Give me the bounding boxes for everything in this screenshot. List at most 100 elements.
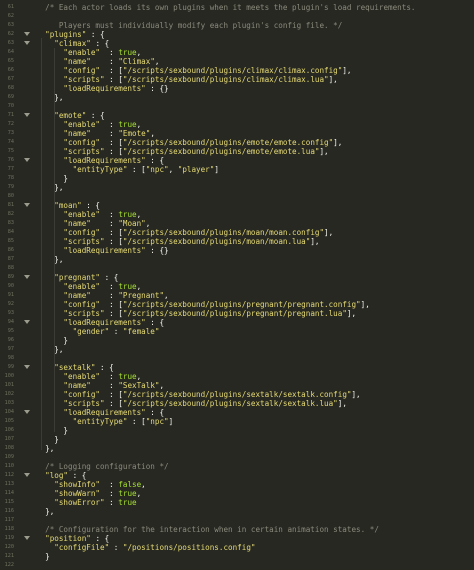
- line-number: 97: [7, 346, 14, 352]
- code-line[interactable]: 96 }: [0, 336, 474, 345]
- code-line[interactable]: 110 /* Logging configuration */: [0, 462, 474, 471]
- code-text: "log" : {: [36, 471, 86, 480]
- code-line[interactable]: 117: [0, 516, 474, 525]
- line-number: 114: [4, 490, 14, 496]
- code-line[interactable]: 109: [0, 453, 474, 462]
- code-line[interactable]: 79 },: [0, 183, 474, 192]
- code-token: ],: [360, 300, 370, 309]
- code-line[interactable]: 84 "config" : ["/scripts/sexbound/plugin…: [0, 228, 474, 237]
- code-line[interactable]: 118 /* Configuration for the interaction…: [0, 525, 474, 534]
- code-line[interactable]: 73 "name" : "Emote",: [0, 129, 474, 138]
- code-token: "scripts": [36, 75, 105, 84]
- code-line[interactable]: 65 "name" : "Climax",: [0, 57, 474, 66]
- code-line[interactable]: 98: [0, 354, 474, 363]
- fold-toggle-icon[interactable]: [24, 473, 30, 477]
- code-line[interactable]: 77 "entityType" : ["npc", "player"]: [0, 165, 474, 174]
- fold-toggle-icon[interactable]: [24, 158, 30, 162]
- code-token: ],: [328, 75, 338, 84]
- code-line[interactable]: 93 "scripts" : ["/scripts/sexbound/plugi…: [0, 309, 474, 318]
- code-line[interactable]: 86 "loadRequirements" : {}: [0, 246, 474, 255]
- code-line[interactable]: 99 "sextalk" : {: [0, 363, 474, 372]
- code-line[interactable]: 78 }: [0, 174, 474, 183]
- code-token: "Moan": [118, 219, 146, 228]
- code-line[interactable]: 103 "scripts" : ["/scripts/sexbound/plug…: [0, 399, 474, 408]
- code-line[interactable]: 112 "log" : {: [0, 471, 474, 480]
- code-line[interactable]: 66 "config" : ["/scripts/sexbound/plugin…: [0, 66, 474, 75]
- code-line[interactable]: 102 "config" : ["/scripts/sexbound/plugi…: [0, 390, 474, 399]
- code-token: true: [118, 282, 137, 291]
- code-token: },: [36, 255, 64, 264]
- code-line[interactable]: 72 "enable" : true,: [0, 120, 474, 129]
- code-line[interactable]: 74 "config" : ["/scripts/sexbound/plugin…: [0, 138, 474, 147]
- code-line[interactable]: 88: [0, 264, 474, 273]
- code-line[interactable]: 62 "plugins" : {: [0, 30, 474, 39]
- code-line[interactable]: 121 }: [0, 552, 474, 561]
- code-token: : {: [95, 363, 114, 372]
- code-line[interactable]: 119 "position" : {: [0, 534, 474, 543]
- code-line[interactable]: 67 "scripts" : ["/scripts/sexbound/plugi…: [0, 75, 474, 84]
- code-line[interactable]: 122: [0, 561, 474, 570]
- code-line[interactable]: 69 },: [0, 93, 474, 102]
- code-line[interactable]: 100 "enable" : true,: [0, 372, 474, 381]
- code-token: "/scripts/sexbound/plugins/emote/emote.c…: [122, 138, 334, 147]
- code-line[interactable]: 106 }: [0, 426, 474, 435]
- line-number: 62: [7, 13, 14, 19]
- code-token: "pregnant": [36, 273, 101, 282]
- code-line[interactable]: 91 "name" : "Pregnant",: [0, 291, 474, 300]
- fold-toggle-icon[interactable]: [24, 275, 30, 279]
- code-line[interactable]: 115 "showError" : true: [0, 498, 474, 507]
- fold-toggle-icon[interactable]: [24, 32, 30, 36]
- code-line[interactable]: 104 "loadRequirements" : {: [0, 408, 474, 417]
- fold-toggle-icon[interactable]: [24, 410, 30, 414]
- code-line[interactable]: 75 "scripts" : ["/scripts/sexbound/plugi…: [0, 147, 474, 156]
- code-line[interactable]: 92 "config" : ["/scripts/sexbound/plugin…: [0, 300, 474, 309]
- code-line[interactable]: 113 "showInfo" : false,: [0, 480, 474, 489]
- code-text: "loadRequirements" : {}: [36, 246, 168, 255]
- code-line[interactable]: 61 /* Each actor loads its own plugins w…: [0, 3, 474, 12]
- code-line[interactable]: 68 "loadRequirements" : {}: [0, 84, 474, 93]
- code-line[interactable]: 97 },: [0, 345, 474, 354]
- code-editor[interactable]: 61 /* Each actor loads its own plugins w…: [0, 0, 474, 568]
- fold-toggle-icon[interactable]: [24, 203, 30, 207]
- code-text: "name" : "Moan",: [36, 219, 150, 228]
- code-line[interactable]: 76 "loadRequirements" : {: [0, 156, 474, 165]
- code-line[interactable]: 108 },: [0, 444, 474, 453]
- fold-toggle-icon[interactable]: [24, 320, 30, 324]
- code-text: "enable" : true,: [36, 48, 141, 57]
- code-line[interactable]: 114 "showWarn" : true,: [0, 489, 474, 498]
- code-line[interactable]: 120 "configFile" : "/positions/positions…: [0, 543, 474, 552]
- code-token: },: [36, 507, 55, 516]
- line-number: 99: [7, 364, 14, 370]
- code-line[interactable]: 87 },: [0, 255, 474, 264]
- code-token: true: [118, 372, 137, 381]
- code-line[interactable]: 82 "enable" : true,: [0, 210, 474, 219]
- fold-toggle-icon[interactable]: [24, 41, 30, 45]
- code-line[interactable]: 101 "name" : "SexTalk",: [0, 381, 474, 390]
- code-line[interactable]: 90 "enable" : true,: [0, 282, 474, 291]
- code-line[interactable]: 116 },: [0, 507, 474, 516]
- code-line[interactable]: 62: [0, 12, 474, 21]
- fold-toggle-icon[interactable]: [24, 113, 30, 117]
- code-token: },: [36, 444, 55, 453]
- code-line[interactable]: 94 "loadRequirements" : {: [0, 318, 474, 327]
- code-line[interactable]: 71 "emote" : {: [0, 111, 474, 120]
- code-line[interactable]: 63 "climax" : {: [0, 39, 474, 48]
- code-line[interactable]: 80: [0, 192, 474, 201]
- code-line[interactable]: 70: [0, 102, 474, 111]
- line-number: 117: [4, 517, 14, 523]
- line-number: 87: [7, 256, 14, 262]
- code-line[interactable]: 81 "moan" : {: [0, 201, 474, 210]
- code-line[interactable]: 63 Players must individually modify each…: [0, 21, 474, 30]
- code-line[interactable]: 95 "gender" : "female": [0, 327, 474, 336]
- fold-toggle-icon[interactable]: [24, 365, 30, 369]
- code-token: : {: [100, 273, 119, 282]
- code-token: "gender": [36, 327, 110, 336]
- fold-toggle-icon[interactable]: [24, 536, 30, 540]
- code-line[interactable]: 83 "name" : "Moan",: [0, 219, 474, 228]
- code-line[interactable]: 89 "pregnant" : {: [0, 273, 474, 282]
- code-line[interactable]: 85 "scripts" : ["/scripts/sexbound/plugi…: [0, 237, 474, 246]
- code-token: "/positions/positions.config": [122, 543, 256, 552]
- code-line[interactable]: 107 }: [0, 435, 474, 444]
- code-line[interactable]: 64 "enable" : true,: [0, 48, 474, 57]
- code-line[interactable]: 105 "entityType" : ["npc"]: [0, 417, 474, 426]
